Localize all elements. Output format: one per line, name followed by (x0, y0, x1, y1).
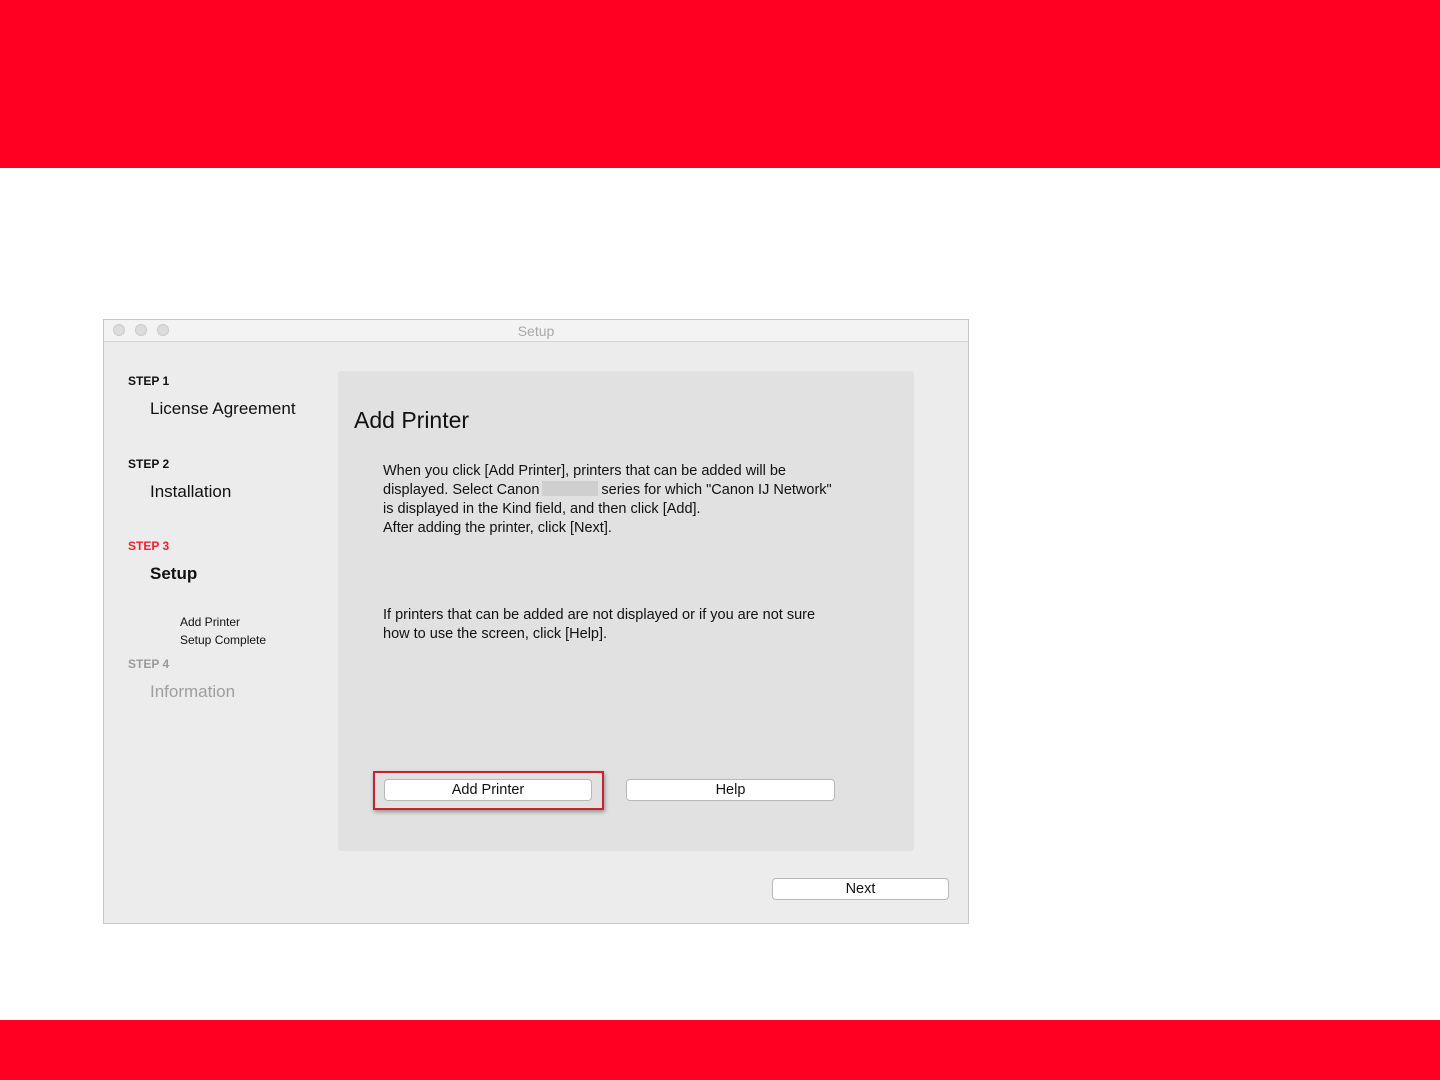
add-printer-button[interactable]: Add Printer (384, 779, 592, 801)
step-4-label: STEP 4 (128, 657, 170, 671)
instructions-line-2a: displayed. Select Canon (383, 482, 540, 498)
step-1-name: License Agreement (150, 399, 296, 418)
panel-title: Add Printer (354, 407, 470, 433)
help-line-1: If printers that can be added are not di… (383, 607, 816, 623)
step-3-sub-add-printer: Add Printer (180, 615, 241, 629)
help-paragraph: If printers that can be added are not di… (383, 606, 883, 644)
instructions-line-4: After adding the printer, click [Next]. (383, 520, 612, 536)
help-line-2: how to use the screen, click [Help]. (383, 626, 608, 642)
instructions-line-3: is displayed in the Kind field, and then… (383, 501, 701, 517)
step-3-name: Setup (150, 564, 198, 583)
step-1-label: STEP 1 (128, 374, 170, 388)
step-2-label: STEP 2 (128, 457, 170, 471)
instructions-paragraph: When you click [Add Printer], printers t… (383, 462, 883, 538)
help-button[interactable]: Help (626, 779, 835, 801)
instructions-line-2b: series for which "Canon IJ Network" (601, 482, 832, 498)
instructions-line-1: When you click [Add Printer], printers t… (383, 463, 786, 479)
top-brand-banner (0, 0, 1440, 168)
bottom-brand-banner (0, 1020, 1440, 1080)
add-printer-panel: Add Printer When you click [Add Printer]… (338, 371, 914, 851)
next-button[interactable]: Next (772, 878, 949, 900)
step-4-name: Information (150, 682, 236, 701)
step-2-name: Installation (150, 482, 232, 501)
window-titlebar: Setup (104, 320, 968, 342)
step-3-sub-setup-complete: Setup Complete (180, 633, 267, 647)
window-title: Setup (517, 323, 555, 339)
step-3-label: STEP 3 (128, 539, 170, 553)
instructions-line-2: displayed. Select Canon series for which … (383, 481, 883, 500)
redacted-model-name (542, 481, 599, 496)
setup-window: Setup STEP 1 License Agreement STEP 2 In… (103, 319, 969, 924)
